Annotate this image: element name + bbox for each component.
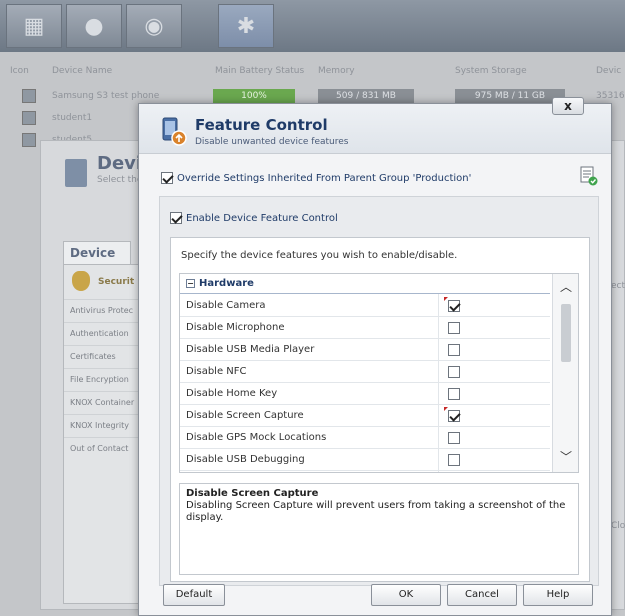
feature-control-icon bbox=[162, 117, 187, 146]
feature-label: Disable USB Media Player bbox=[186, 344, 315, 355]
feature-description: Disable Screen Capture Disabling Screen … bbox=[179, 483, 579, 575]
storage-bar: 975 MB / 11 GB bbox=[455, 89, 565, 103]
panel-subtitle: Select the bbox=[97, 175, 143, 185]
feature-row[interactable]: Disable GPS Mock Locations bbox=[180, 427, 550, 449]
android-icon: ◉ bbox=[144, 13, 164, 39]
group-label: Hardware bbox=[199, 278, 254, 289]
device-name: Samsung S3 test phone bbox=[52, 91, 160, 101]
toolbar-tab-android[interactable]: ◉ bbox=[126, 4, 182, 48]
tab-device[interactable]: Device bbox=[63, 241, 131, 265]
chevron-down-icon[interactable]: ﹀ bbox=[559, 450, 573, 464]
feature-control-dialog: Feature Control Disable unwanted device … bbox=[138, 97, 612, 616]
dialog-title: Feature Control bbox=[195, 116, 328, 134]
feature-checkbox[interactable] bbox=[448, 454, 460, 466]
feature-row[interactable]: Disable Screen Capture bbox=[180, 405, 550, 427]
feature-checkbox[interactable] bbox=[448, 322, 460, 334]
gear-icon: ✱ bbox=[236, 13, 256, 39]
feature-label: Disable NFC bbox=[186, 366, 247, 377]
section-security: Securit bbox=[98, 277, 135, 287]
override-label: Override Settings Inherited From Parent … bbox=[177, 172, 472, 184]
toolbar-tab-apple[interactable]: ● bbox=[66, 4, 122, 48]
cancel-button[interactable]: Cancel bbox=[447, 584, 517, 606]
column-header-icon: Icon bbox=[10, 66, 29, 76]
device-name: student1 bbox=[52, 113, 93, 123]
toolbar-tab-settings[interactable]: ✱ bbox=[218, 4, 274, 48]
feature-checkbox[interactable] bbox=[448, 366, 460, 378]
close-button[interactable]: x bbox=[552, 97, 584, 115]
top-toolbar: ▦ ● ◉ ✱ bbox=[0, 0, 625, 52]
instructions-text: Specify the device features you wish to … bbox=[181, 250, 458, 261]
feature-box: Specify the device features you wish to … bbox=[170, 237, 590, 582]
group-header-hardware[interactable]: − Hardware bbox=[180, 274, 550, 294]
feature-row[interactable]: Disable Microphone bbox=[180, 317, 550, 339]
column-header-device-name: Device Name bbox=[52, 66, 113, 76]
default-button[interactable]: Default bbox=[163, 584, 225, 606]
feature-checkbox[interactable] bbox=[448, 344, 460, 356]
column-header-device: Devic bbox=[596, 66, 622, 76]
apple-icon: ● bbox=[84, 13, 104, 39]
battery-bar: 100% bbox=[213, 89, 295, 103]
device-icon bbox=[22, 111, 36, 125]
device-grid-header: Icon Device Name Main Battery Status Mem… bbox=[0, 60, 625, 82]
feature-label: Disable Microphone bbox=[186, 322, 285, 333]
override-checkbox[interactable] bbox=[161, 172, 173, 184]
enable-label: Enable Device Feature Control bbox=[186, 212, 338, 224]
panel-close-label: Clo bbox=[611, 521, 625, 531]
feature-checkbox[interactable] bbox=[448, 300, 460, 312]
feature-label: Disable USB Debugging bbox=[186, 454, 305, 465]
feature-checkbox[interactable] bbox=[448, 432, 460, 444]
collapse-icon[interactable]: − bbox=[186, 279, 195, 288]
feature-label: Disable Home Key bbox=[186, 388, 278, 399]
feature-row[interactable]: Disable NFC bbox=[180, 361, 550, 383]
description-title: Disable Screen Capture bbox=[186, 488, 319, 499]
feature-list: − Hardware Disable Camera Disable Microp… bbox=[179, 273, 579, 473]
device-icon bbox=[65, 159, 87, 187]
device-icon bbox=[22, 133, 36, 147]
shield-icon bbox=[72, 271, 90, 291]
column-header-storage: System Storage bbox=[455, 66, 527, 76]
feature-row[interactable]: Disable Camera bbox=[180, 295, 550, 317]
feature-row[interactable]: Disable Home Key bbox=[180, 383, 550, 405]
feature-checkbox[interactable] bbox=[448, 388, 460, 400]
help-button[interactable]: Help bbox=[523, 584, 593, 606]
toolbar-tab-1[interactable]: ▦ bbox=[6, 4, 62, 48]
scrollbar-thumb[interactable] bbox=[561, 304, 571, 362]
column-header-battery: Main Battery Status bbox=[215, 66, 305, 76]
feature-label: Disable Camera bbox=[186, 300, 266, 311]
chevron-up-icon[interactable]: ︿ bbox=[559, 280, 573, 294]
feature-row[interactable]: Disable USB Debugging bbox=[180, 449, 550, 471]
enable-checkbox[interactable] bbox=[170, 212, 182, 224]
override-settings-checkbox[interactable]: Override Settings Inherited From Parent … bbox=[161, 172, 471, 184]
feature-list-scrollbar[interactable]: ︿ ﹀ bbox=[552, 274, 578, 472]
feature-row[interactable]: Disable USB Media Player bbox=[180, 339, 550, 361]
column-header-memory: Memory bbox=[318, 66, 355, 76]
enable-feature-control-checkbox[interactable]: Enable Device Feature Control bbox=[170, 212, 338, 224]
feature-label: Disable GPS Mock Locations bbox=[186, 432, 327, 443]
panel-column-label: ect bbox=[611, 281, 625, 291]
feature-checkbox[interactable] bbox=[448, 410, 460, 422]
dialog-subtitle: Disable unwanted device features bbox=[195, 137, 349, 147]
description-text: Disabling Screen Capture will prevent us… bbox=[186, 500, 566, 523]
feature-control-section: Enable Device Feature Control Specify th… bbox=[159, 196, 599, 586]
inherit-settings-icon[interactable] bbox=[580, 166, 598, 186]
devices-icon: ▦ bbox=[23, 13, 45, 39]
memory-bar: 509 / 831 MB bbox=[318, 89, 414, 103]
dialog-header: Feature Control Disable unwanted device … bbox=[139, 97, 611, 154]
device-icon bbox=[22, 89, 36, 103]
feature-label: Disable Screen Capture bbox=[186, 410, 304, 421]
ok-button[interactable]: OK bbox=[371, 584, 441, 606]
device-extra: 35316 bbox=[596, 91, 625, 101]
close-icon: x bbox=[564, 99, 572, 113]
